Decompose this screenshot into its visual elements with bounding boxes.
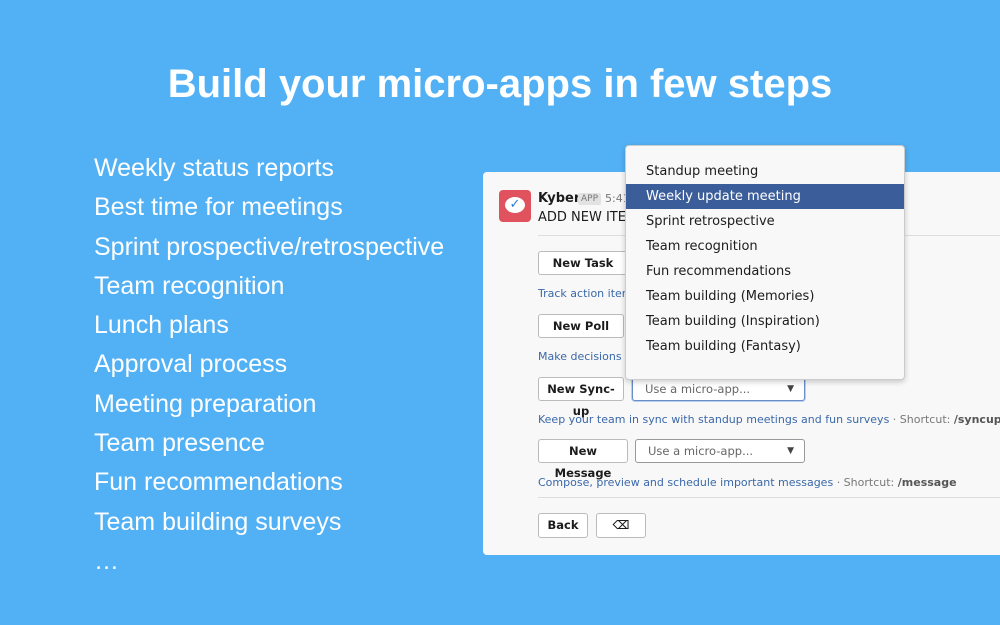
dropdown-option[interactable]: Team building (Inspiration): [626, 309, 904, 334]
dropdown-option[interactable]: Fun recommendations: [626, 259, 904, 284]
divider: [538, 497, 1000, 498]
back-button[interactable]: Back: [538, 513, 588, 538]
feature-item: Meeting preparation: [94, 389, 317, 418]
poll-description: Make decisions f: [538, 350, 629, 363]
feature-item: Team presence: [94, 429, 265, 458]
feature-item: Sprint prospective/retrospective: [94, 232, 445, 261]
dropdown-option[interactable]: Team building (Fantasy): [626, 334, 904, 359]
message-description: Compose, preview and schedule important …: [538, 476, 957, 489]
feature-item: Best time for meetings: [94, 193, 343, 222]
delete-button[interactable]: ⌫: [596, 513, 646, 538]
feature-item: Weekly status reports: [94, 154, 334, 182]
chevron-down-icon: ▼: [787, 446, 794, 456]
chevron-down-icon: ▼: [787, 384, 794, 394]
select-placeholder: Use a micro-app...: [648, 444, 754, 458]
description-text: Compose, preview and schedule important …: [538, 476, 834, 489]
new-task-button[interactable]: New Task: [538, 251, 628, 275]
feature-item: …: [94, 546, 119, 575]
feature-item: Approval process: [94, 350, 288, 379]
shortcut: /syncup: [953, 413, 1000, 426]
backspace-icon: ⌫: [612, 518, 630, 532]
feature-item: Lunch plans: [94, 311, 229, 340]
dropdown-option[interactable]: Sprint retrospective: [626, 209, 904, 234]
page-title: Build your micro-apps in few steps: [167, 62, 833, 106]
new-message-button[interactable]: New Message: [538, 439, 628, 480]
syncup-description: Keep your team in sync with standup meet…: [538, 413, 1000, 426]
feature-item: Team building surveys: [94, 507, 342, 536]
new-poll-button[interactable]: New Poll: [538, 314, 624, 338]
description-text: Keep your team in sync with standup meet…: [538, 413, 890, 426]
new-syncup-button[interactable]: New Sync-up: [538, 377, 624, 418]
feature-list: Weekly status reports Best time for meet…: [94, 152, 444, 584]
dropdown-option[interactable]: Team building (Memories): [626, 284, 904, 309]
shortcut-label: · Shortcut:: [892, 413, 951, 426]
dropdown-option[interactable]: Standup meeting: [626, 159, 904, 184]
app-name[interactable]: Kyber: [538, 191, 580, 206]
feature-item: Fun recommendations: [94, 468, 343, 497]
app-avatar[interactable]: ✓: [499, 190, 531, 222]
shortcut-label: · Shortcut:: [836, 476, 895, 489]
app-badge: APP: [578, 193, 602, 205]
chat-check-icon: ✓: [505, 197, 525, 213]
micro-app-dropdown[interactable]: Standup meeting Weekly update meeting Sp…: [625, 145, 905, 380]
dropdown-option-highlighted[interactable]: Weekly update meeting: [626, 184, 904, 209]
select-placeholder: Use a micro-app...: [645, 382, 751, 396]
message-micro-app-select[interactable]: Use a micro-app... ▼: [635, 439, 805, 463]
shortcut: /message: [897, 476, 957, 489]
dropdown-option[interactable]: Team recognition: [626, 234, 904, 259]
task-description: Track action items: [538, 287, 639, 300]
syncup-micro-app-select[interactable]: Use a micro-app... ▼: [632, 377, 805, 401]
feature-item: Team recognition: [94, 271, 285, 300]
message-heading: ADD NEW ITEM: [538, 210, 638, 225]
